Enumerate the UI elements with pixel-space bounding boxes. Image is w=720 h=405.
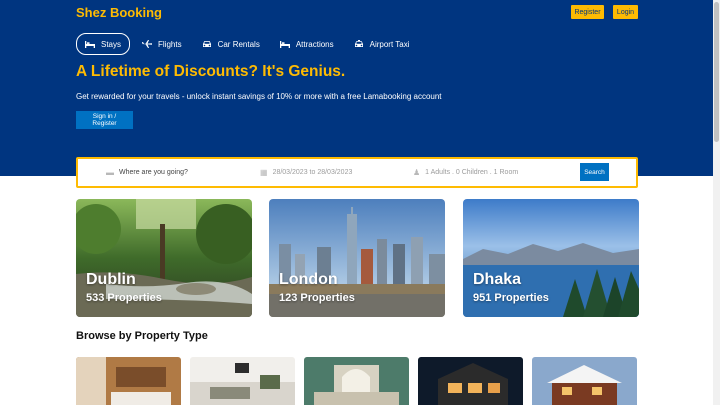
- date-field[interactable]: ▦ 28/03/2023 to 28/03/2023: [260, 159, 352, 186]
- featured-city-card[interactable]: Dublin 533 Properties: [76, 199, 252, 317]
- nav-item-stays[interactable]: Stays: [76, 33, 131, 55]
- villa-photo: [418, 357, 523, 405]
- property-type-card[interactable]: [76, 357, 181, 405]
- hotel-room-photo: [76, 357, 181, 405]
- city-property-count: 123 Properties: [279, 292, 355, 304]
- property-type-card[interactable]: [190, 357, 295, 405]
- city-property-count: 951 Properties: [473, 292, 549, 304]
- nav-item-car-rentals[interactable]: Car Rentals: [194, 34, 268, 54]
- signin-register-button[interactable]: Sign in / Register: [76, 111, 133, 129]
- car-icon: [202, 41, 211, 47]
- city-property-count: 533 Properties: [86, 292, 162, 304]
- section-title: Browse by Property Type: [76, 330, 208, 342]
- plane-icon: [142, 40, 153, 48]
- apartment-photo: [190, 357, 295, 405]
- property-type-card[interactable]: [304, 357, 409, 405]
- nav-item-attractions[interactable]: Attractions: [272, 34, 342, 54]
- nav-item-label: Attractions: [295, 39, 334, 49]
- nav-tabs: Stays Flights Car Rentals Attractions Ai…: [76, 33, 422, 55]
- nav-item-label: Car Rentals: [217, 39, 260, 49]
- destination-field[interactable]: ▬ Where are you going?: [106, 159, 188, 186]
- property-type-card[interactable]: [532, 357, 637, 405]
- guests-summary[interactable]: 1 Adults . 0 Children . 1 Room: [425, 169, 518, 176]
- bed-icon: [85, 41, 95, 48]
- bed-icon: ▬: [106, 168, 114, 177]
- login-button[interactable]: Login: [613, 5, 638, 19]
- nav-item-label: Stays: [101, 39, 122, 49]
- city-name: London: [279, 271, 338, 288]
- search-button[interactable]: Search: [580, 163, 609, 181]
- featured-city-card[interactable]: London 123 Properties: [269, 199, 445, 317]
- app-logo[interactable]: Shez Booking: [76, 5, 162, 20]
- register-button[interactable]: Register: [571, 5, 604, 19]
- hero-subtitle: Get rewarded for your travels - unlock i…: [76, 92, 442, 101]
- property-type-card[interactable]: [418, 357, 523, 405]
- city-name: Dublin: [86, 271, 136, 288]
- hero-header: Shez Booking Register Login Stays Flight…: [0, 0, 713, 176]
- city-name: Dhaka: [473, 271, 522, 288]
- person-icon: ♟: [413, 168, 421, 177]
- taxi-icon: [354, 40, 363, 47]
- nav-item-label: Airport Taxi: [369, 39, 410, 49]
- hero-title: A Lifetime of Discounts? It's Genius.: [76, 63, 346, 80]
- calendar-icon: ▦: [260, 168, 268, 177]
- page-scrollbar[interactable]: [713, 0, 720, 405]
- search-bar: ▬ Where are you going? ▦ 28/03/2023 to 2…: [76, 157, 638, 188]
- resort-photo: [304, 357, 409, 405]
- date-range[interactable]: 28/03/2023 to 28/03/2023: [273, 169, 353, 176]
- nav-item-airport-taxi[interactable]: Airport Taxi: [346, 34, 418, 54]
- nav-item-label: Flights: [158, 39, 182, 49]
- cabin-photo: [532, 357, 637, 405]
- scrollbar-thumb[interactable]: [714, 2, 719, 142]
- featured-city-card[interactable]: Dhaka 951 Properties: [463, 199, 639, 317]
- bed-icon: [279, 41, 290, 48]
- nav-item-flights[interactable]: Flights: [134, 34, 190, 54]
- destination-input[interactable]: Where are you going?: [119, 169, 188, 176]
- guests-field[interactable]: ♟ 1 Adults . 0 Children . 1 Room: [413, 159, 518, 186]
